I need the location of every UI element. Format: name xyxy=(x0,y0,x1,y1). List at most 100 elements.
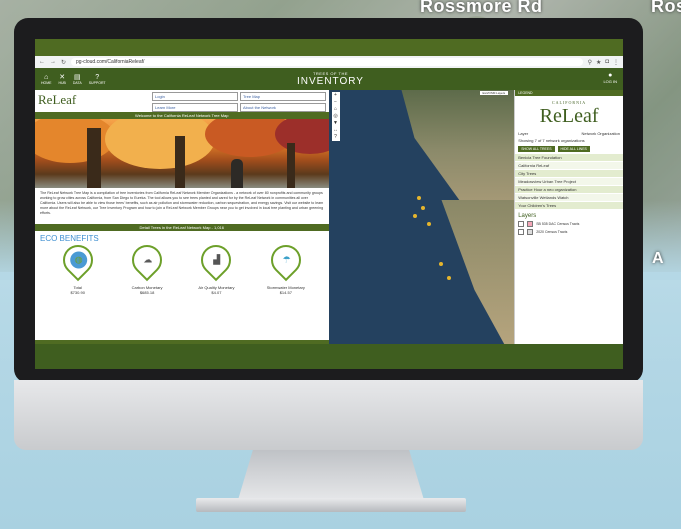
layer-name: SB 535 DAC Census Tracts xyxy=(536,222,580,226)
map-toolbar: + − ⌂ ◎ ▼ ↔ ? xyxy=(331,92,340,141)
org-item[interactable]: Practice Hour a neo organization xyxy=(515,186,623,194)
measure-icon[interactable]: ↔ xyxy=(333,127,338,134)
left-footer-line xyxy=(35,340,329,344)
home-extent-icon[interactable]: ⌂ xyxy=(334,106,337,113)
right-logo-main: ReLeaf xyxy=(539,105,599,127)
eco-total-value: $730.90 xyxy=(70,290,85,295)
layer-name: 2020 Census Tracts xyxy=(536,230,568,234)
org-item[interactable]: Watsonville Wetlands Watch xyxy=(515,194,623,202)
zoom-icon[interactable]: ⚲ xyxy=(588,59,592,66)
org-item[interactable]: Meadowview Urban Tree Project xyxy=(515,178,623,186)
link-learn-more[interactable]: Learn More xyxy=(152,103,238,112)
hero-photo xyxy=(35,119,329,188)
screen: ← → ↻ pg-cloud.com/CaliforniaReleaf/ ⚲ ★… xyxy=(35,39,623,369)
layers-title: Layers xyxy=(518,213,537,219)
eco-pin: ▟ xyxy=(195,238,238,282)
eco-benefits-title: ECO BENEFITS xyxy=(40,234,99,243)
bottom-bar xyxy=(35,344,623,369)
releaf-logo[interactable]: ReLeaf xyxy=(38,92,76,108)
detail-trees-button[interactable]: Detail Trees in the ReLeaf Network Map -… xyxy=(35,224,329,231)
layer-row[interactable]: 2020 Census Tracts xyxy=(515,228,623,236)
showing-count: Showing 7 of 7 network organizations xyxy=(518,138,585,143)
factory-icon: ▟ xyxy=(207,251,225,269)
back-icon[interactable]: ← xyxy=(39,59,45,65)
data-icon: ▤ xyxy=(73,73,81,81)
left-panel: ReLeaf Login Tree Map Learn More About t… xyxy=(35,90,329,344)
street-label-3: A xyxy=(652,250,665,267)
legend-buttons: SHOW ALL TREES HIDE ALL LINES xyxy=(515,144,623,154)
main-content: ReLeaf Login Tree Map Learn More About t… xyxy=(35,90,623,344)
brand-logo[interactable]: TREES OF THE INVENTORY xyxy=(297,71,364,87)
hub-icon: ✕ xyxy=(59,73,66,81)
help-icon[interactable]: ? xyxy=(334,134,337,141)
eco-air: ▟ Air Quality Monetary $4.07 xyxy=(186,238,246,295)
person-figure xyxy=(231,159,243,188)
map-layer-toggle[interactable]: Esri/OSM Layers xyxy=(479,91,509,95)
url-bar[interactable]: pg-cloud.com/CaliforniaReleaf/ xyxy=(71,58,583,66)
nav-support-label: SUPPORT xyxy=(88,80,106,85)
logo-row: ReLeaf Login Tree Map Learn More About t… xyxy=(35,90,329,112)
tree-marker[interactable] xyxy=(412,214,417,218)
nav-home[interactable]: ⌂ HOME xyxy=(41,74,52,85)
org-item[interactable]: Benicia Tree Foundation xyxy=(515,154,623,162)
tree-marker[interactable] xyxy=(426,222,431,226)
extension-icon[interactable]: ◘ xyxy=(605,59,609,66)
map-land xyxy=(401,90,515,210)
login-button[interactable]: ● LOG IN xyxy=(603,72,617,84)
checkbox-icon[interactable] xyxy=(518,229,525,235)
filter-icon[interactable]: ▼ xyxy=(333,120,338,127)
nav-support[interactable]: ? SUPPORT xyxy=(89,74,106,85)
swatch-icon xyxy=(527,221,534,227)
login-label: LOG IN xyxy=(603,79,617,84)
quick-links: Login Tree Map Learn More About the Netw… xyxy=(152,92,326,112)
app-header: ⌂ HOME ✕ HUB ▤ DATA ? SUPPORT TREES OF THE I… xyxy=(35,68,623,90)
monitor-stand xyxy=(238,450,424,500)
hide-all-button[interactable]: HIDE ALL LINES xyxy=(557,146,590,152)
menu-icon[interactable]: ⋮ xyxy=(613,59,619,66)
link-about[interactable]: About the Network xyxy=(240,103,326,112)
eco-stormwater: ☂ Stormwater Monetary $14.57 xyxy=(256,238,316,295)
browser-toolbar: ← → ↻ pg-cloud.com/CaliforniaReleaf/ ⚲ ★… xyxy=(35,56,623,68)
tree-marker[interactable] xyxy=(446,276,451,280)
globe-icon: ◍ xyxy=(69,251,87,269)
right-panel: LEGEND CALIFORNIA ReLeaf Layer Network O… xyxy=(514,90,623,344)
home-icon: ⌂ xyxy=(44,73,49,81)
monitor-base xyxy=(196,498,466,512)
description-text: The ReLeaf Network Tree Map is a compila… xyxy=(40,191,324,215)
nav-data-label: DATA xyxy=(72,80,82,85)
tree-marker[interactable] xyxy=(438,262,443,266)
org-list: Benicia Tree Foundation California ReLea… xyxy=(515,154,623,210)
eco-pin: ☂ xyxy=(264,238,308,282)
eco-carbon-value: $685.18 xyxy=(139,290,155,295)
top-bar xyxy=(35,39,623,56)
org-item[interactable]: California ReLeaf xyxy=(515,162,623,170)
nav-data[interactable]: ▤ DATA xyxy=(73,74,82,85)
zoom-out-icon[interactable]: − xyxy=(334,99,337,106)
tree-marker[interactable] xyxy=(420,206,425,210)
reload-icon[interactable]: ↻ xyxy=(61,59,66,66)
eco-pin: ◍ xyxy=(56,238,99,282)
link-login[interactable]: Login xyxy=(152,92,238,101)
support-icon: ? xyxy=(95,73,100,81)
forward-icon[interactable]: → xyxy=(50,59,56,65)
zoom-in-icon[interactable]: + xyxy=(334,92,337,99)
org-item[interactable]: Your Children's Trees xyxy=(515,202,623,210)
link-tree-map[interactable]: Tree Map xyxy=(240,92,326,101)
show-all-button[interactable]: SHOW ALL TREES xyxy=(518,146,555,152)
url-text: pg-cloud.com/CaliforniaReleaf/ xyxy=(76,59,145,65)
nav-hub[interactable]: ✕ HUB xyxy=(59,74,66,85)
locate-icon[interactable]: ◎ xyxy=(333,113,337,120)
nav-hub-label: HUB xyxy=(58,80,66,85)
layer-row[interactable]: SB 535 DAC Census Tracts xyxy=(515,220,623,228)
street-label: Rossmore Rd xyxy=(420,0,543,16)
eco-total: ◍ Total $730.90 xyxy=(48,238,108,295)
co2-cloud-icon: ☁ xyxy=(138,251,156,269)
org-item[interactable]: City Trees xyxy=(515,170,623,178)
checkbox-icon[interactable] xyxy=(518,221,525,227)
tree-marker[interactable] xyxy=(416,196,421,200)
nav-home-label: HOME xyxy=(41,80,52,85)
star-icon[interactable]: ★ xyxy=(596,59,601,66)
eco-stormwater-value: $14.57 xyxy=(279,290,292,295)
layer-select-row[interactable]: Layer Network Organization xyxy=(515,130,623,137)
map-view[interactable]: + − ⌂ ◎ ▼ ↔ ? Esri/OSM Layers xyxy=(328,90,515,344)
